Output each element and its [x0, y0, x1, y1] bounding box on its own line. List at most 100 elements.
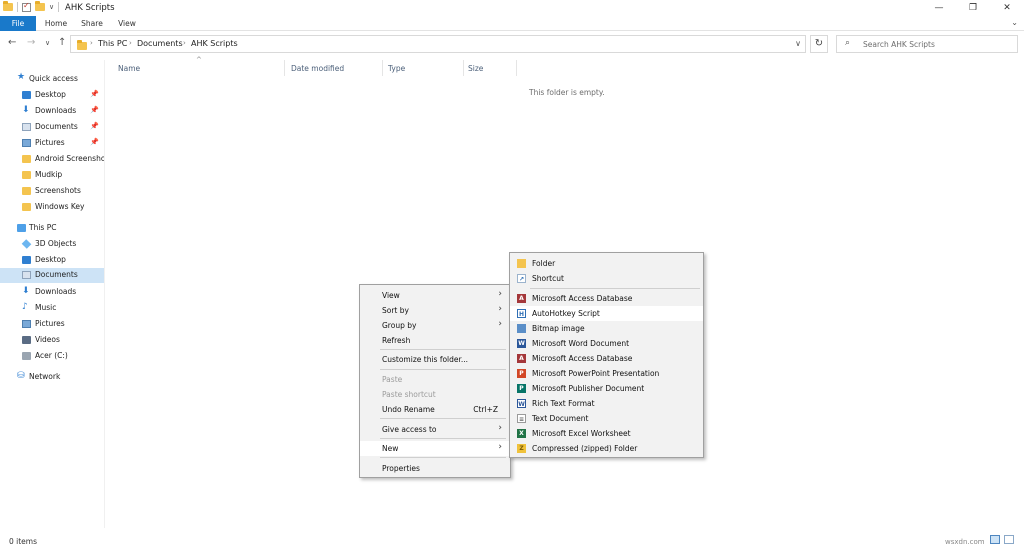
powerpoint-icon: P [517, 369, 526, 378]
pin-icon: 📌 [90, 122, 99, 130]
star-icon: ★ [17, 72, 26, 82]
breadcrumb-ahk-scripts[interactable]: AHK Scripts [191, 39, 238, 48]
forward-button[interactable]: → [27, 37, 35, 48]
word-icon: W [517, 339, 526, 348]
sidebar-item-pc-desktop[interactable]: Desktop [0, 253, 104, 268]
column-date-modified[interactable]: Date modified [291, 64, 344, 73]
empty-folder-message: This folder is empty. [529, 88, 605, 97]
sidebar-item-documents[interactable]: Documents 📌 [0, 120, 104, 135]
new-folder-icon[interactable] [35, 1, 45, 11]
window-title: AHK Scripts [65, 3, 115, 13]
new-item-access-database[interactable]: A Microsoft Access Database [510, 291, 703, 306]
publisher-icon: P [517, 384, 526, 393]
sidebar-item-mudkip[interactable]: Mudkip [0, 168, 104, 183]
menu-item-give-access[interactable]: Give access to › [360, 422, 510, 437]
back-button[interactable]: ← [8, 37, 16, 48]
divider [58, 2, 60, 12]
bitmap-icon [517, 324, 526, 333]
new-item-publisher[interactable]: P Microsoft Publisher Document [510, 381, 703, 396]
sidebar-item-android-screenshot[interactable]: Android Screenshot [0, 152, 104, 167]
large-icons-view-icon[interactable] [1004, 535, 1014, 544]
chevron-right-icon: › [498, 289, 502, 299]
tab-view[interactable]: View [112, 16, 142, 31]
new-item-bitmap-image[interactable]: Bitmap image [510, 321, 703, 336]
sidebar-item-windows-key[interactable]: Windows Key [0, 200, 104, 215]
minimize-button[interactable]: — [922, 0, 956, 16]
window-controls: — ❐ ✕ [922, 0, 1024, 16]
properties-icon[interactable] [22, 1, 31, 12]
new-item-word-document[interactable]: W Microsoft Word Document [510, 336, 703, 351]
access-icon: A [517, 354, 526, 363]
sidebar-item-3d-objects[interactable]: 3D Objects [0, 237, 104, 252]
recent-locations-button[interactable]: ∨ [45, 39, 50, 47]
sidebar-item-pc-documents[interactable]: Documents [0, 268, 104, 283]
address-bar[interactable]: › This PC › Documents › AHK Scripts ∨ [70, 35, 806, 53]
chevron-down-icon[interactable]: ⌄ [1011, 18, 1018, 27]
breadcrumb-this-pc[interactable]: This PC [98, 39, 127, 48]
menu-separator [380, 457, 506, 458]
column-size[interactable]: Size [468, 64, 483, 73]
search-box[interactable]: ⌕ Search AHK Scripts [836, 35, 1018, 53]
chevron-right-icon: › [498, 319, 502, 329]
menu-item-customize[interactable]: Customize this folder... [360, 352, 510, 367]
breadcrumb-documents[interactable]: Documents [137, 39, 183, 48]
menu-item-group-by[interactable]: Group by › [360, 318, 510, 333]
column-divider[interactable] [463, 60, 464, 76]
search-placeholder: Search AHK Scripts [863, 40, 935, 49]
details-view-icon[interactable] [990, 535, 1000, 544]
new-item-powerpoint[interactable]: P Microsoft PowerPoint Presentation [510, 366, 703, 381]
new-item-excel-worksheet[interactable]: X Microsoft Excel Worksheet [510, 426, 703, 441]
column-name[interactable]: Name [118, 64, 140, 73]
menu-separator [530, 288, 700, 289]
menu-item-paste-shortcut[interactable]: Paste shortcut [360, 387, 510, 402]
sidebar-item-pictures[interactable]: Pictures 📌 [0, 136, 104, 151]
sidebar-item-acer-c[interactable]: Acer (C:) [0, 349, 104, 364]
close-button[interactable]: ✕ [990, 0, 1024, 16]
new-item-shortcut[interactable]: ↗ Shortcut [510, 271, 703, 286]
new-submenu: Folder ↗ Shortcut A Microsoft Access Datab… [509, 252, 704, 458]
column-divider[interactable] [284, 60, 285, 76]
chevron-right-icon[interactable]: › [90, 39, 93, 47]
sidebar-item-downloads[interactable]: ⬇ Downloads 📌 [0, 104, 104, 119]
menu-item-undo-rename[interactable]: Undo Rename Ctrl+Z [360, 402, 510, 417]
refresh-button[interactable]: ↻ [810, 35, 828, 53]
tab-file[interactable]: File [0, 16, 36, 31]
sidebar-item-pc-downloads[interactable]: ⬇ Downloads [0, 285, 104, 300]
column-divider[interactable] [516, 60, 517, 76]
new-item-rich-text[interactable]: W Rich Text Format [510, 396, 703, 411]
sidebar-item-music[interactable]: ♪ Music [0, 301, 104, 316]
tab-share[interactable]: Share [76, 16, 108, 31]
pane-divider[interactable] [104, 60, 105, 528]
title-bar: ∨ AHK Scripts — ❐ ✕ [0, 0, 1024, 16]
new-item-text-document[interactable]: ≡ Text Document [510, 411, 703, 426]
sidebar-item-network[interactable]: ⛁ Network [0, 370, 104, 385]
customize-toolbar-chevron-icon[interactable]: ∨ [49, 3, 54, 11]
menu-item-paste[interactable]: Paste [360, 372, 510, 387]
sidebar-item-videos[interactable]: Videos [0, 333, 104, 348]
pictures-icon [22, 320, 31, 328]
new-item-autohotkey-script[interactable]: H AutoHotkey Script [510, 306, 703, 321]
new-item-zipped-folder[interactable]: Z Compressed (zipped) Folder [510, 441, 703, 456]
chevron-right-icon[interactable]: › [183, 39, 186, 47]
sidebar-item-desktop[interactable]: Desktop 📌 [0, 88, 104, 103]
column-divider[interactable] [382, 60, 383, 76]
column-type[interactable]: Type [388, 64, 405, 73]
sidebar-item-quick-access[interactable]: ★ Quick access [0, 72, 104, 87]
sidebar-item-pc-pictures[interactable]: Pictures [0, 317, 104, 332]
menu-item-refresh[interactable]: Refresh [360, 333, 510, 348]
restore-button[interactable]: ❐ [956, 0, 990, 16]
up-button[interactable]: ↑ [58, 37, 66, 48]
menu-item-new[interactable]: New › [360, 441, 510, 456]
pin-icon: 📌 [90, 138, 99, 146]
menu-item-sort-by[interactable]: Sort by › [360, 303, 510, 318]
new-item-folder[interactable]: Folder [510, 256, 703, 271]
chevron-right-icon[interactable]: › [129, 39, 132, 47]
tab-home[interactable]: Home [40, 16, 72, 31]
sidebar-item-screenshots[interactable]: Screenshots [0, 184, 104, 199]
menu-item-view[interactable]: View › [360, 288, 510, 303]
address-dropdown-icon[interactable]: ∨ [795, 39, 801, 48]
menu-item-properties[interactable]: Properties [360, 461, 510, 476]
new-item-access-database-2[interactable]: A Microsoft Access Database [510, 351, 703, 366]
chevron-right-icon: › [498, 442, 502, 452]
sidebar-item-this-pc[interactable]: This PC [0, 221, 104, 236]
